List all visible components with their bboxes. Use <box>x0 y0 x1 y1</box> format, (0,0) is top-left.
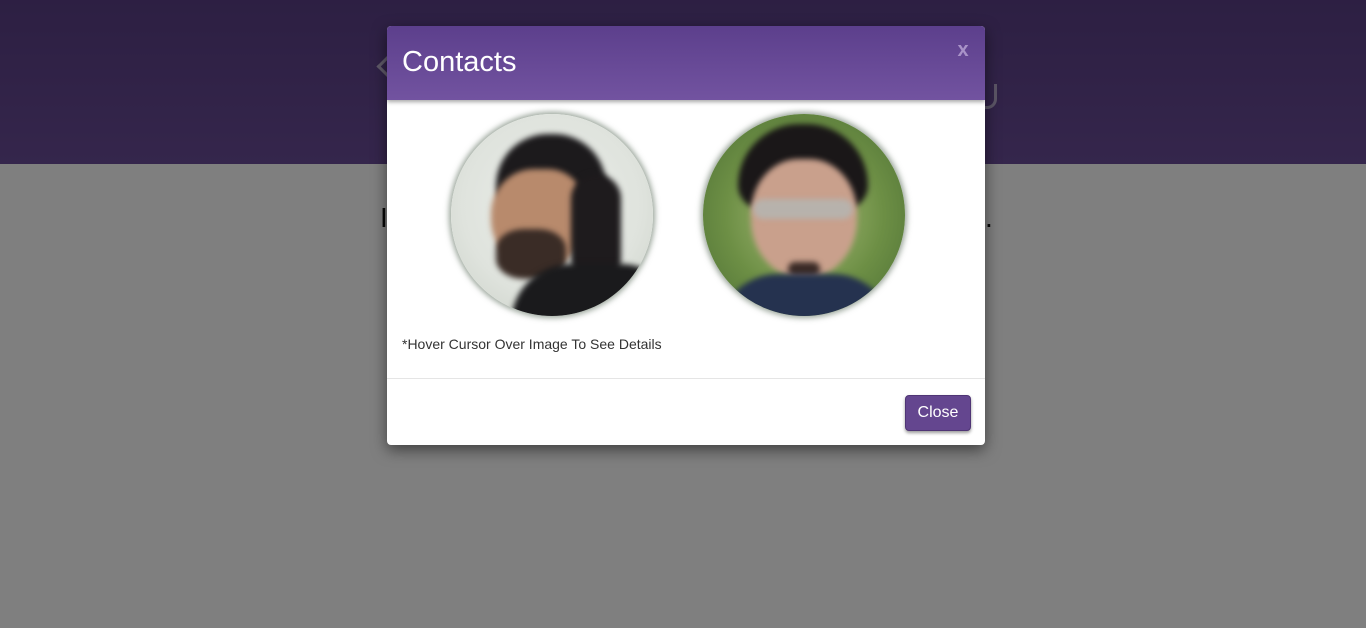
contact-avatar-2[interactable] <box>703 114 905 316</box>
modal-title: Contacts <box>402 46 517 78</box>
modal-footer: Close <box>387 378 985 445</box>
contacts-modal: Contacts x *Hover Cursor Over Image To S… <box>387 26 985 445</box>
page: I . Contacts x *Hover Cursor Over Image … <box>0 0 1366 628</box>
close-button[interactable]: Close <box>905 395 971 431</box>
modal-header: Contacts x <box>387 26 985 100</box>
close-icon[interactable]: x <box>955 40 971 60</box>
hover-hint: *Hover Cursor Over Image To See Details <box>402 336 662 352</box>
contact-avatar-1[interactable] <box>451 114 653 316</box>
